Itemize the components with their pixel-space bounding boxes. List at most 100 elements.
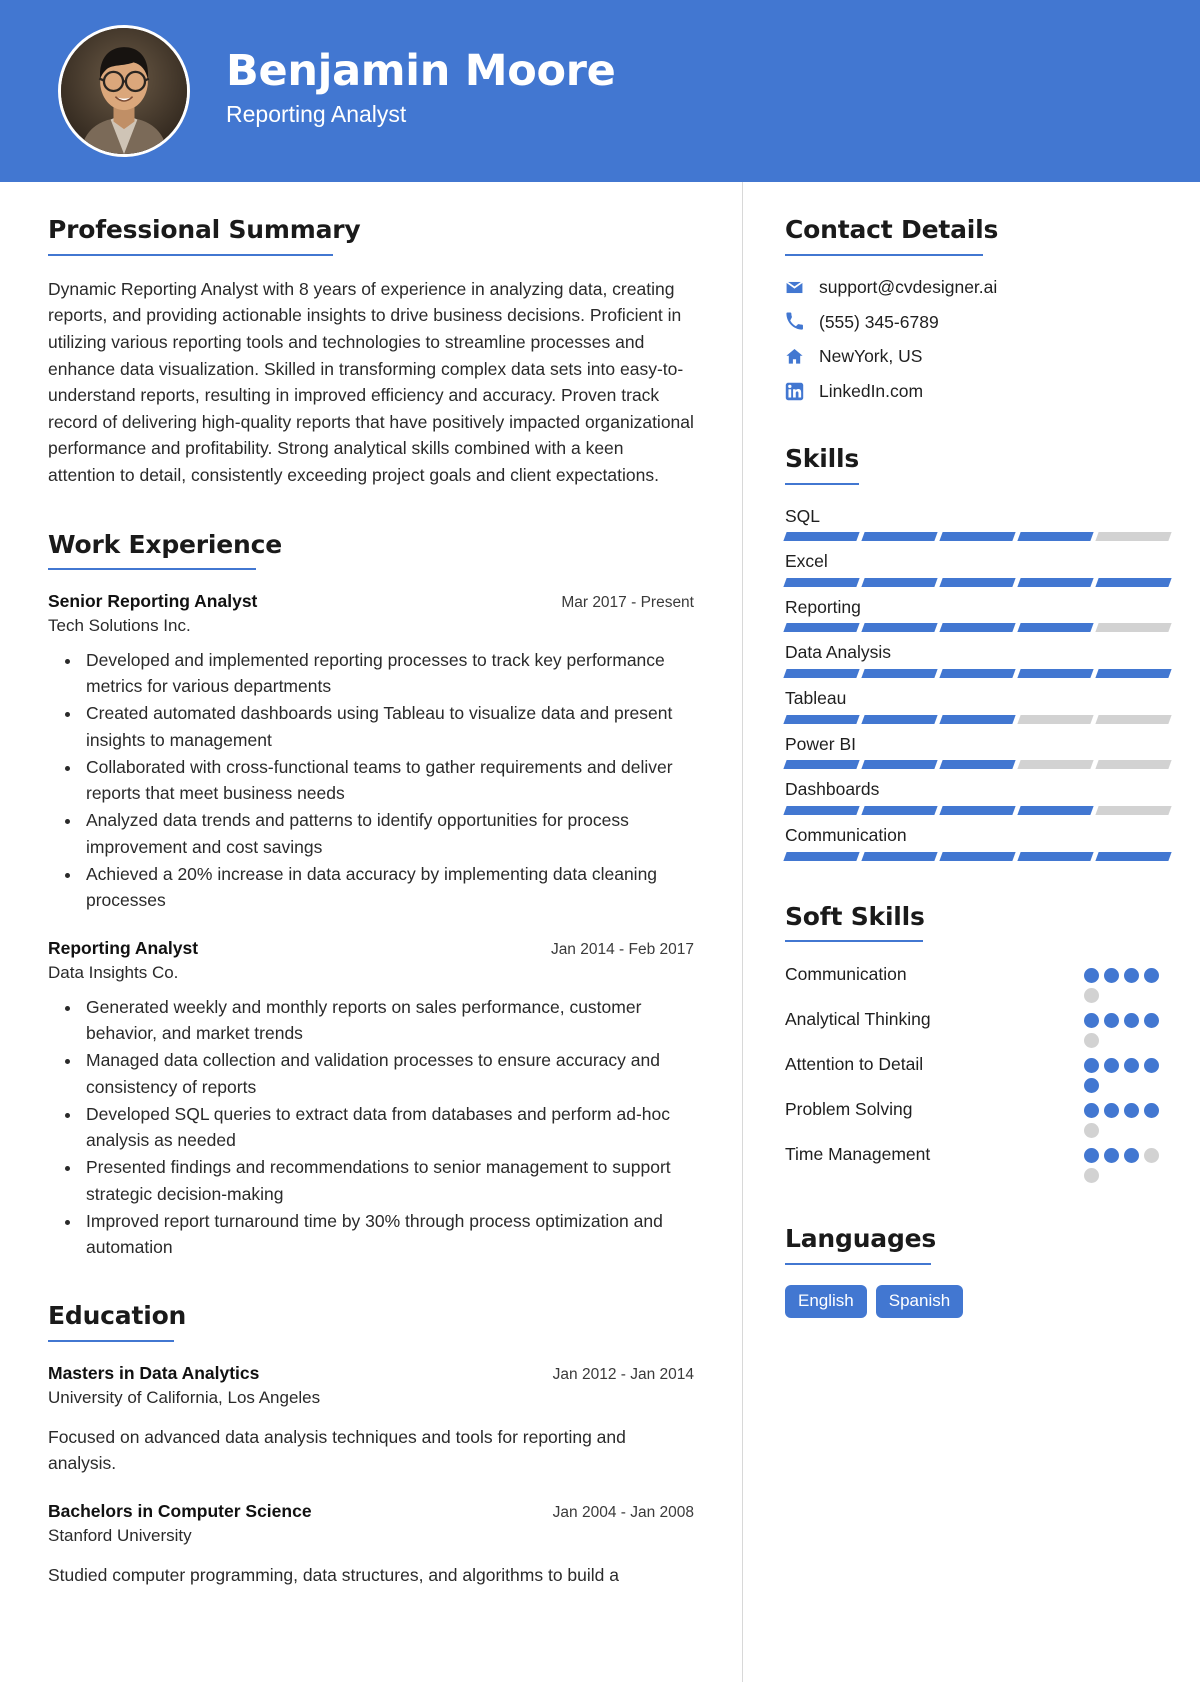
skill-bar-segment [1017, 532, 1094, 542]
skill-item: Dashboards [783, 778, 1172, 815]
skill-item: Reporting [783, 596, 1172, 633]
section-soft-skills: Soft Skills Communication Analytical Thin… [785, 902, 1170, 1184]
skill-level-bar [783, 714, 1172, 724]
skill-bar-segment [861, 851, 938, 861]
contact-row[interactable]: LinkedIn.com [785, 380, 1170, 403]
entry-title: Reporting Analyst [48, 938, 199, 959]
rating-dot [1104, 1058, 1119, 1074]
skill-item: Power BI [783, 733, 1172, 770]
rating-dot [1124, 1058, 1139, 1074]
language-chip[interactable]: Spanish [875, 1285, 964, 1319]
skill-bar-segment [1095, 577, 1172, 587]
candidate-name: Benjamin Moore [226, 45, 616, 96]
skill-item: SQL [783, 505, 1172, 542]
rating-dot [1144, 1058, 1159, 1074]
phone-icon [785, 312, 809, 331]
home-icon [785, 347, 809, 366]
skill-level-bar [783, 805, 1172, 815]
entry-title: Bachelors in Computer Science [48, 1501, 312, 1522]
heading-underline [48, 1340, 174, 1343]
rating-dot [1084, 988, 1099, 1004]
work-entry: Reporting Analyst Jan 2014 - Feb 2017 Data… [48, 937, 694, 1260]
rating-dot [1144, 1148, 1159, 1164]
entry-bullet-list: Developed and implemented reporting proc… [48, 647, 694, 914]
soft-skill-name: Attention to Detail [785, 1054, 924, 1075]
contact-row[interactable]: NewYork, US [785, 345, 1170, 368]
soft-skill-row: Analytical Thinking [785, 1007, 1170, 1049]
skill-level-bar [783, 532, 1172, 542]
skill-bar-segment [939, 532, 1016, 542]
skill-name: Dashboards [785, 779, 880, 800]
skill-bar-segment [1017, 577, 1094, 587]
entry-title: Senior Reporting Analyst [48, 591, 258, 612]
skill-level-bar [783, 851, 1172, 861]
skill-item: Communication [783, 824, 1172, 861]
soft-skill-row: Communication [785, 962, 1170, 1004]
sidebar-column: Contact Details support@cvdesigner.ai (55… [742, 182, 1200, 1682]
rating-dot [1084, 1078, 1099, 1094]
rating-dot [1084, 1123, 1099, 1139]
skill-bar-segment [861, 760, 938, 770]
skill-bar-segment [1017, 714, 1094, 724]
entry-bullet: Developed and implemented reporting proc… [82, 647, 694, 700]
section-contact-details: Contact Details support@cvdesigner.ai (55… [785, 215, 1170, 403]
skill-bar-segment [861, 669, 938, 678]
skill-bar-segment [1095, 760, 1172, 770]
entry-organization: Stanford University [48, 1525, 192, 1545]
skill-name: Power BI [785, 733, 856, 754]
contact-value: (555) 345-6789 [819, 311, 939, 332]
language-chip-list: English Spanish [785, 1285, 1170, 1319]
section-heading-education: Education [48, 1301, 187, 1331]
skill-name: Excel [785, 551, 828, 572]
skill-bar-segment [783, 577, 860, 587]
skill-bar-segment [783, 805, 860, 815]
envelope-icon [785, 278, 809, 297]
rating-dot [1144, 1103, 1159, 1119]
education-entry-list: Masters in Data Analytics Jan 2012 - Jan … [48, 1362, 694, 1588]
candidate-role: Reporting Analyst [226, 100, 407, 127]
entry-header: Senior Reporting Analyst Mar 2017 - Prese… [48, 590, 694, 613]
contact-row[interactable]: support@cvdesigner.ai [785, 276, 1170, 299]
entry-description: Focused on advanced data analysis techni… [48, 1426, 626, 1473]
section-heading-work: Work Experience [48, 529, 282, 559]
soft-skill-row: Time Management [785, 1142, 1170, 1184]
entry-dates: Mar 2017 - Present [561, 594, 694, 612]
soft-skill-dots [1084, 1052, 1170, 1094]
section-work-experience: Work Experience Senior Reporting Analyst… [48, 529, 694, 1261]
heading-underline [785, 482, 859, 485]
entry-dates: Jan 2012 - Jan 2014 [552, 1366, 694, 1384]
skill-level-bar [783, 760, 1172, 770]
heading-underline [48, 568, 256, 571]
skill-bar-segment [1017, 851, 1094, 861]
rating-dot [1104, 1103, 1119, 1119]
skill-level-bar [783, 623, 1172, 633]
entry-description: Studied computer programming, data struc… [48, 1564, 619, 1585]
entry-bullet: Presented findings and recommendations t… [82, 1154, 694, 1207]
skill-bar-segment [783, 760, 860, 770]
soft-skill-dots [1084, 1142, 1170, 1184]
skill-bar-segment [1095, 851, 1172, 861]
contact-value: LinkedIn.com [819, 381, 924, 401]
skill-bar-segment [939, 851, 1016, 861]
entry-bullet: Collaborated with cross-functional teams… [82, 754, 694, 807]
rating-dot [1084, 1058, 1099, 1074]
contact-row[interactable]: (555) 345-6789 [785, 311, 1170, 334]
skill-bar-segment [861, 805, 938, 815]
skill-bar-segment [1017, 669, 1094, 678]
entry-bullet: Generated weekly and monthly reports on … [82, 994, 694, 1047]
work-entry: Senior Reporting Analyst Mar 2017 - Prese… [48, 590, 694, 913]
heading-underline [48, 253, 333, 256]
rating-dot [1084, 1168, 1099, 1184]
contact-list: support@cvdesigner.ai (555) 345-6789 NewYo… [785, 276, 1170, 403]
skill-bar-segment [939, 669, 1016, 678]
skill-bar-segment [1095, 532, 1172, 542]
skill-bar-segment [861, 532, 938, 542]
rating-dot [1084, 968, 1099, 984]
resume-header: Benjamin Moore Reporting Analyst [0, 0, 1200, 182]
skill-bar-segment [861, 623, 938, 633]
entry-header: Reporting Analyst Jan 2014 - Feb 2017 [48, 937, 694, 960]
entry-bullet: Created automated dashboards using Table… [82, 700, 694, 753]
language-chip[interactable]: English [785, 1285, 867, 1319]
rating-dot [1084, 1033, 1099, 1049]
skill-item: Excel [783, 550, 1172, 587]
